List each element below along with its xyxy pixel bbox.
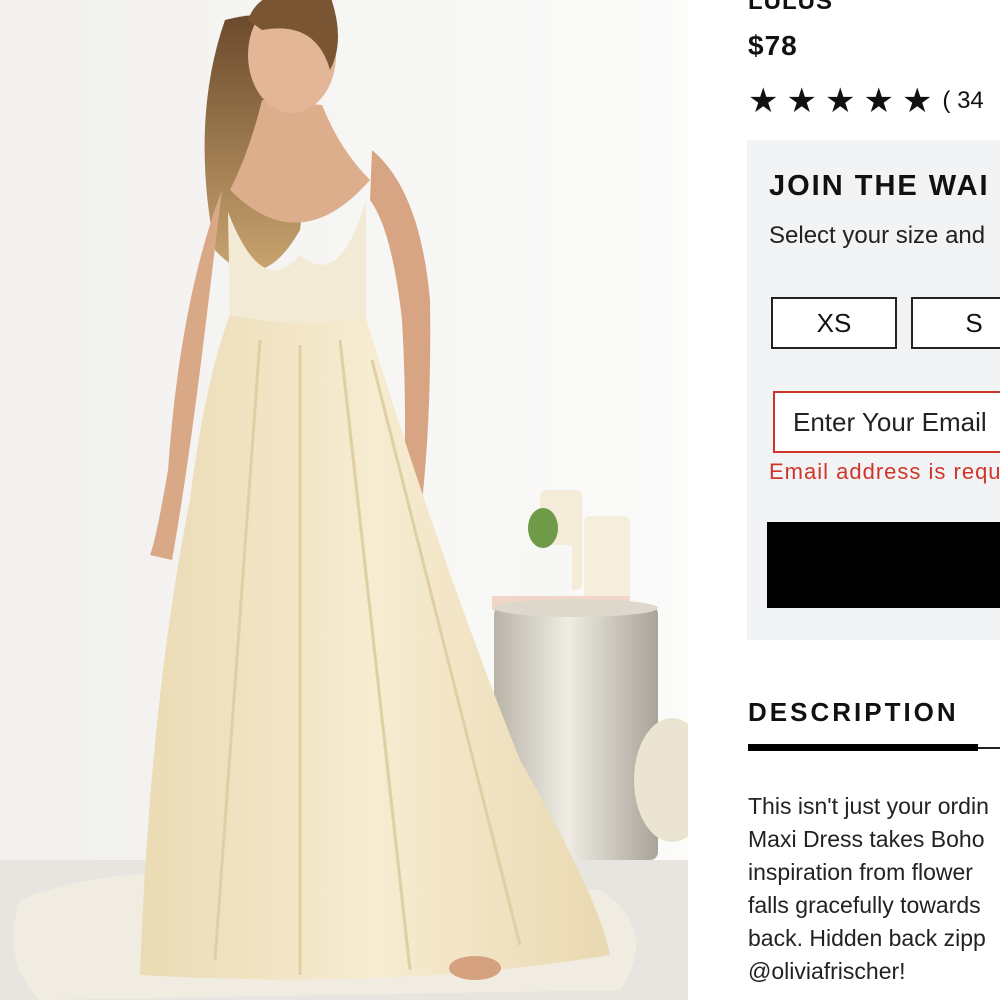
description-line: back. Hidden back zipp xyxy=(748,925,986,951)
product-page: LULUS $78 ★ ★ ★ ★ ★ ( 34 JOIN THE WAI Se… xyxy=(0,0,1000,1000)
product-price: $78 xyxy=(748,30,798,61)
description-tab[interactable]: DESCRIPTION xyxy=(748,697,959,728)
description-line: falls gracefully towards xyxy=(748,892,981,918)
size-button-xs[interactable]: XS xyxy=(771,297,897,349)
description-text: This isn't just your ordin Maxi Dress ta… xyxy=(748,790,989,988)
product-photo[interactable] xyxy=(0,0,688,1000)
star-icon: ★ xyxy=(901,81,933,121)
email-field[interactable]: Enter Your Email xyxy=(773,391,1000,453)
tab-divider xyxy=(978,747,1000,749)
waitlist-box: JOIN THE WAI Select your size and XS S E… xyxy=(747,140,1000,640)
star-icon: ★ xyxy=(863,81,894,121)
email-placeholder: Enter Your Email xyxy=(793,406,987,437)
review-count[interactable]: ( 34 xyxy=(942,87,983,115)
waitlist-subtitle: Select your size and xyxy=(769,222,986,249)
description-line: This isn't just your ordin xyxy=(748,793,989,819)
product-info-panel: LULUS $78 ★ ★ ★ ★ ★ ( 34 JOIN THE WAI Se… xyxy=(688,0,1000,1000)
star-icon: ★ xyxy=(824,81,856,121)
star-icon: ★ xyxy=(748,81,779,121)
description-line: Maxi Dress takes Boho xyxy=(748,826,985,852)
description-handle-link[interactable]: @oliviafrischer! xyxy=(748,955,989,988)
dress-model-illustration xyxy=(0,0,688,1000)
description-line: inspiration from flower xyxy=(748,859,973,885)
waitlist-title: JOIN THE WAI xyxy=(769,170,990,202)
join-waitlist-button[interactable] xyxy=(767,522,1000,608)
description-tab-underline xyxy=(748,744,978,751)
email-error-message: Email address is requ xyxy=(769,459,1000,484)
brand-name[interactable]: LULUS xyxy=(748,0,833,16)
star-rating[interactable]: ★ ★ ★ ★ ★ ( 34 xyxy=(748,84,984,118)
size-button-s[interactable]: S xyxy=(911,297,1000,349)
star-icon: ★ xyxy=(786,81,817,121)
